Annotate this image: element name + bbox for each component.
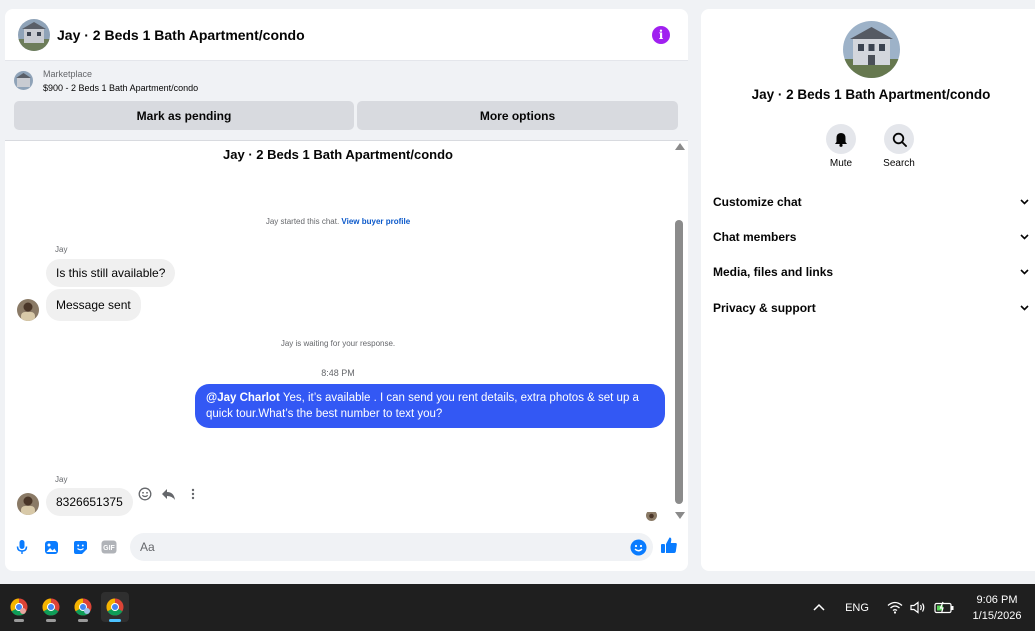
message-timestamp: 8:48 PM — [321, 368, 355, 378]
mute-button[interactable] — [826, 124, 856, 154]
incoming-message[interactable]: Is this still available? — [46, 259, 176, 287]
listing-avatar-large[interactable] — [843, 21, 900, 78]
section-label: Chat members — [713, 230, 797, 244]
app-indicator — [46, 619, 56, 622]
composer: GIF — [5, 529, 688, 565]
chevron-down-icon — [1020, 232, 1029, 243]
clock-date: 1/15/2026 — [972, 610, 1022, 622]
listing-price-title[interactable]: $900 - 2 Beds 1 Bath Apartment/condo — [43, 83, 198, 93]
view-buyer-profile-link[interactable]: View buyer profile — [341, 217, 410, 226]
microphone-icon[interactable] — [13, 538, 31, 556]
listing-thumbnail[interactable] — [14, 71, 33, 90]
taskbar-chrome-app-active[interactable] — [101, 592, 129, 622]
scroll-up-arrow[interactable] — [675, 143, 685, 150]
seen-avatar — [646, 510, 657, 521]
conversation-info-panel: Jay · 2 Beds 1 Bath Apartment/condo Mute… — [701, 9, 1035, 571]
chrome-icon — [106, 598, 124, 616]
chat-started-text: Jay started this chat. — [265, 217, 340, 226]
scroll-thumb[interactable] — [675, 220, 683, 504]
system-clock[interactable]: 9:06 PM 1/15/2026 — [960, 592, 1034, 624]
sender-name: Jay — [55, 475, 68, 484]
listing-source: Marketplace — [43, 69, 93, 79]
section-media-files-links[interactable]: Media, files and links — [713, 262, 1029, 282]
app-indicator — [14, 619, 24, 622]
info-icon[interactable]: i — [652, 25, 670, 44]
taskbar-chrome-app[interactable] — [69, 592, 97, 622]
info-panel-title: Jay · 2 Beds 1 Bath Apartment/condo — [751, 87, 991, 102]
app-indicator — [78, 619, 88, 622]
scroll-down-arrow[interactable] — [675, 512, 685, 519]
incoming-message[interactable]: 8326651375 — [46, 488, 133, 516]
gif-icon[interactable]: GIF — [100, 538, 118, 556]
outgoing-message[interactable]: @Jay Charlot Yes, it’s available . I can… — [195, 384, 665, 428]
message-input[interactable] — [130, 533, 653, 561]
mention[interactable]: @Jay Charlot — [206, 392, 280, 404]
wifi-icon[interactable] — [886, 599, 903, 615]
chrome-icon — [42, 598, 60, 616]
photo-icon[interactable] — [42, 538, 60, 556]
mark-as-pending-button[interactable]: Mark as pending — [14, 101, 354, 130]
search-icon — [892, 132, 907, 147]
message-list: Jay · 2 Beds 1 Bath Apartment/condo Jay … — [5, 141, 688, 521]
clock-time: 9:06 PM — [976, 594, 1018, 606]
incoming-message[interactable]: Message sent — [46, 289, 141, 321]
section-label: Privacy & support — [713, 301, 816, 315]
section-customize-chat[interactable]: Customize chat — [713, 192, 1029, 212]
chat-header: Jay · 2 Beds 1 Bath Apartment/condo i — [5, 9, 688, 61]
section-label: Media, files and links — [713, 265, 834, 279]
show-hidden-icons-chevron-up-icon[interactable] — [811, 600, 827, 614]
react-emoji-icon[interactable] — [137, 486, 152, 501]
like-icon[interactable] — [660, 536, 678, 554]
chat-started-notice: Jay started this chat. View buyer profil… — [5, 217, 671, 226]
sticker-icon[interactable] — [71, 538, 89, 556]
chat-panel: Jay · 2 Beds 1 Bath Apartment/condo i Ma… — [5, 9, 688, 571]
mute-label: Mute — [829, 158, 853, 169]
emoji-icon[interactable] — [629, 538, 647, 556]
chevron-down-icon — [1020, 197, 1029, 208]
sender-avatar[interactable] — [17, 299, 39, 321]
section-privacy-support[interactable]: Privacy & support — [713, 298, 1029, 318]
sender-avatar[interactable] — [17, 493, 39, 515]
search-label: Search — [883, 158, 915, 169]
waiting-notice: Jay is waiting for your response. — [280, 339, 396, 348]
listing-avatar[interactable] — [18, 18, 50, 51]
listing-bar: Marketplace $900 - 2 Beds 1 Bath Apartme… — [5, 61, 688, 141]
section-label: Customize chat — [713, 195, 802, 209]
volume-icon[interactable] — [909, 599, 926, 615]
reply-icon[interactable] — [161, 486, 176, 501]
battery-charging-icon[interactable] — [933, 599, 955, 615]
chevron-down-icon — [1020, 303, 1029, 314]
language-indicator[interactable]: ENG — [842, 600, 872, 616]
app-indicator — [109, 619, 121, 622]
bell-icon — [835, 132, 847, 147]
conversation-topic: Jay · 2 Beds 1 Bath Apartment/condo — [223, 147, 453, 162]
more-options-button[interactable]: More options — [357, 101, 678, 130]
chrome-icon — [10, 598, 28, 616]
chat-title[interactable]: Jay · 2 Beds 1 Bath Apartment/condo — [57, 27, 652, 43]
message-actions — [137, 486, 200, 501]
gif-label: GIF — [103, 545, 115, 552]
chevron-down-icon — [1020, 267, 1029, 278]
taskbar-chrome-app[interactable] — [37, 592, 65, 622]
chrome-icon — [74, 598, 92, 616]
taskbar: ENG 9:06 PM 1/15/2026 — [0, 584, 1035, 631]
section-chat-members[interactable]: Chat members — [713, 227, 1029, 247]
more-actions-icon[interactable] — [185, 486, 200, 501]
taskbar-chrome-app[interactable] — [5, 592, 33, 622]
scrollbar[interactable] — [671, 141, 688, 523]
search-button[interactable] — [884, 124, 914, 154]
sender-name: Jay — [55, 245, 68, 254]
